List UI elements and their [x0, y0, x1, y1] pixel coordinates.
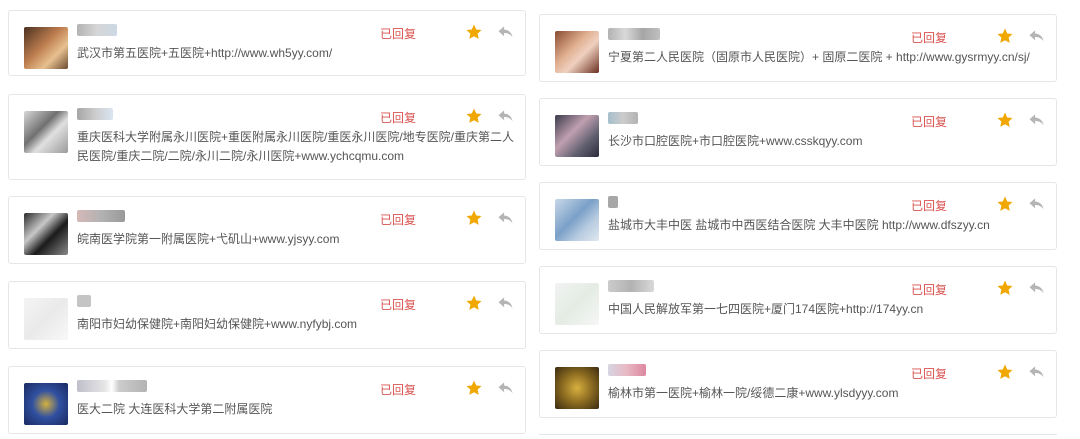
reply-icon[interactable]: [1028, 29, 1045, 43]
avatar[interactable]: [24, 111, 68, 153]
reply-icon[interactable]: [1028, 197, 1045, 211]
replied-status: 已回复: [911, 283, 948, 297]
avatar[interactable]: [24, 383, 68, 425]
message-text: 长沙市口腔医院+市口腔医院+www.csskqyy.com: [608, 134, 863, 148]
star-icon[interactable]: [996, 195, 1014, 213]
message-card: 已回复 皖南医学院第一附属医院+弋矶山+www.yjsyy.com: [8, 196, 526, 264]
reply-icon[interactable]: [497, 296, 514, 310]
reply-icon[interactable]: [1028, 281, 1045, 295]
star-icon[interactable]: [465, 294, 483, 312]
star-icon[interactable]: [465, 107, 483, 125]
star-icon[interactable]: [996, 111, 1014, 129]
replied-status: 已回复: [380, 213, 417, 227]
username-blurred: [608, 280, 654, 292]
reply-icon[interactable]: [497, 211, 514, 225]
username-blurred: [77, 24, 117, 36]
replied-status: 已回复: [380, 383, 417, 397]
message-text: 武汉市第五医院+五医院+http://www.wh5yy.com/: [77, 46, 333, 60]
message-card: 已回复 武汉市第五医院+五医院+http://www.wh5yy.com/: [8, 10, 526, 76]
message-card: 已回复 医大二院 大连医科大学第二附属医院: [8, 366, 526, 434]
avatar[interactable]: [555, 283, 599, 325]
message-card: 已回复 长沙市口腔医院+市口腔医院+www.csskqyy.com: [539, 98, 1057, 166]
replied-status: 已回复: [380, 298, 417, 312]
star-icon[interactable]: [996, 279, 1014, 297]
reply-icon[interactable]: [497, 25, 514, 39]
next-card-edge: [539, 434, 1057, 435]
username-blurred: [608, 364, 646, 376]
star-icon[interactable]: [465, 209, 483, 227]
avatar[interactable]: [555, 367, 599, 409]
username-blurred: [77, 210, 125, 222]
replied-status: 已回复: [911, 115, 948, 129]
username-blurred: [77, 380, 147, 392]
username-blurred: [608, 196, 618, 208]
star-icon[interactable]: [465, 379, 483, 397]
star-icon[interactable]: [996, 27, 1014, 45]
reply-icon[interactable]: [497, 381, 514, 395]
reply-icon[interactable]: [1028, 113, 1045, 127]
username-blurred: [77, 295, 91, 307]
reply-icon[interactable]: [497, 109, 514, 123]
message-text: 盐城市大丰中医 盐城市中西医结合医院 大丰中医院 http://www.dfsz…: [608, 218, 990, 232]
username-blurred: [608, 112, 638, 124]
message-card: 已回复 南阳市妇幼保健院+南阳妇幼保健院+www.nyfybj.com: [8, 281, 526, 349]
message-text: 医大二院 大连医科大学第二附属医院: [77, 402, 273, 416]
reply-icon[interactable]: [1028, 365, 1045, 379]
message-card: 已回复 榆林市第一医院+榆林一院/绥德二康+www.ylsdyyy.com: [539, 350, 1057, 418]
message-text: 南阳市妇幼保健院+南阳妇幼保健院+www.nyfybj.com: [77, 317, 358, 331]
avatar[interactable]: [555, 199, 599, 241]
star-icon[interactable]: [465, 23, 483, 41]
avatar[interactable]: [555, 115, 599, 157]
avatar[interactable]: [24, 213, 68, 255]
message-text: 宁夏第二人民医院（固原市人民医院）+ 固原二医院 + http://www.gy…: [608, 50, 1030, 64]
star-icon[interactable]: [996, 363, 1014, 381]
username-blurred: [608, 28, 660, 40]
message-card: 已回复 重庆医科大学附属永川医院+重医附属永川医院/重医永川医院/地专医院/重庆…: [8, 94, 526, 180]
message-text: 榆林市第一医院+榆林一院/绥德二康+www.ylsdyyy.com: [608, 386, 899, 400]
message-card: 已回复 盐城市大丰中医 盐城市中西医结合医院 大丰中医院 http://www.…: [539, 182, 1057, 250]
avatar[interactable]: [24, 298, 68, 340]
message-text: 皖南医学院第一附属医院+弋矶山+www.yjsyy.com: [77, 232, 340, 246]
replied-status: 已回复: [911, 199, 948, 213]
avatar[interactable]: [24, 27, 68, 69]
message-text: 中国人民解放军第一七四医院+厦门174医院+http://174yy.cn: [608, 302, 924, 316]
message-card: 已回复 宁夏第二人民医院（固原市人民医院）+ 固原二医院 + http://ww…: [539, 14, 1057, 82]
avatar[interactable]: [555, 31, 599, 73]
replied-status: 已回复: [380, 27, 417, 41]
replied-status: 已回复: [911, 31, 948, 45]
message-card: 已回复 中国人民解放军第一七四医院+厦门174医院+http://174yy.c…: [539, 266, 1057, 334]
username-blurred: [77, 108, 113, 120]
replied-status: 已回复: [380, 111, 417, 125]
replied-status: 已回复: [911, 367, 948, 381]
message-text: 重庆医科大学附属永川医院+重医附属永川医院/重医永川医院/地专医院/重庆第二人民…: [77, 130, 515, 163]
